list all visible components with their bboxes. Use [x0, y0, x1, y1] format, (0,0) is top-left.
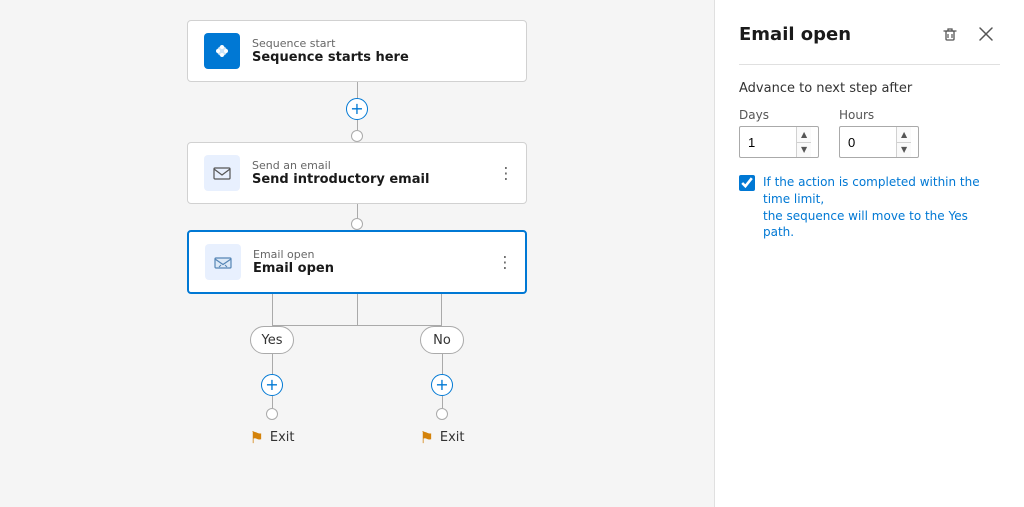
add-step-btn-1[interactable]: + — [346, 98, 368, 120]
sequence-start-subtitle: Sequence start — [252, 37, 409, 50]
connector-line-2 — [357, 204, 358, 218]
advance-label: Advance to next step after — [739, 81, 1000, 96]
branch-right-vertical — [441, 294, 442, 326]
checkbox-label-text: If the action is completed within the ti… — [763, 174, 1000, 241]
connector-circle-1 — [351, 130, 363, 142]
branches-row: Yes + ⚑ Exit No — [187, 326, 527, 447]
send-email-icon — [204, 155, 240, 191]
yes-exit: ⚑ Exit — [250, 428, 295, 447]
checkbox-text-line1: If the action is completed within the ti… — [763, 175, 980, 206]
add-step-no-btn[interactable]: + — [431, 374, 453, 396]
no-exit: ⚑ Exit — [420, 428, 465, 447]
email-open-menu-btn[interactable]: ⋮ — [497, 253, 513, 272]
yes-after-plus-line — [272, 396, 273, 408]
days-input[interactable] — [740, 131, 796, 154]
no-exit-flag: ⚑ — [420, 428, 434, 447]
panel-title: Email open — [739, 24, 851, 45]
panel-header-actions — [936, 20, 1000, 48]
no-branch: No + ⚑ Exit — [357, 326, 527, 447]
hours-input-group: Hours ▲ ▼ — [839, 108, 919, 158]
branch-vertical-center — [357, 294, 358, 326]
connector-circle-2 — [351, 218, 363, 230]
send-email-node[interactable]: Send an email Send introductory email ⋮ — [187, 142, 527, 204]
panel-divider — [739, 64, 1000, 65]
email-open-title: Email open — [253, 261, 334, 276]
panel-body: Advance to next step after Days ▲ ▼ Hour… — [739, 81, 1000, 241]
no-branch-line — [442, 354, 443, 374]
email-open-icon — [205, 244, 241, 280]
days-input-group: Days ▲ ▼ — [739, 108, 819, 158]
days-decrement-btn[interactable]: ▼ — [797, 143, 811, 158]
days-spinners: ▲ ▼ — [796, 127, 811, 157]
flow-canvas: Sequence start Sequence starts here + Se… — [0, 0, 714, 507]
yes-branch-line — [272, 354, 273, 374]
hours-increment-btn[interactable]: ▲ — [897, 127, 911, 142]
hours-input[interactable] — [840, 131, 896, 154]
send-email-title: Send introductory email — [252, 172, 429, 187]
send-email-subtitle: Send an email — [252, 159, 429, 172]
panel-header: Email open — [739, 20, 1000, 48]
sequence-start-title: Sequence starts here — [252, 50, 409, 65]
delete-button[interactable] — [936, 20, 964, 48]
right-panel: Email open Advance to next step after — [714, 0, 1024, 507]
checkbox-sequence-link[interactable]: sequence — [787, 209, 845, 223]
connector-2 — [351, 204, 363, 230]
checkbox-row: If the action is completed within the ti… — [739, 174, 1000, 241]
hours-decrement-btn[interactable]: ▼ — [897, 143, 911, 158]
send-email-text: Send an email Send introductory email — [252, 159, 429, 187]
connector-1: + — [346, 82, 368, 142]
add-step-yes-btn[interactable]: + — [261, 374, 283, 396]
hours-input-wrapper: ▲ ▼ — [839, 126, 919, 158]
time-inputs: Days ▲ ▼ Hours ▲ — [739, 108, 1000, 158]
connector-line-1b — [357, 120, 358, 130]
yes-exit-label: Exit — [270, 430, 295, 445]
branch-left-vertical — [272, 294, 273, 326]
branch-horizontal — [272, 325, 442, 326]
days-label: Days — [739, 108, 819, 122]
sequence-start-text: Sequence start Sequence starts here — [252, 37, 409, 65]
hours-label: Hours — [839, 108, 919, 122]
no-branch-label[interactable]: No — [420, 326, 464, 354]
no-exit-label: Exit — [440, 430, 465, 445]
trash-icon — [941, 25, 959, 43]
sequence-start-icon — [204, 33, 240, 69]
branch-split — [187, 294, 527, 326]
branch-container: Yes + ⚑ Exit No — [187, 294, 527, 447]
sequence-start-node[interactable]: Sequence start Sequence starts here — [187, 20, 527, 82]
email-open-subtitle: Email open — [253, 248, 334, 261]
close-button[interactable] — [972, 20, 1000, 48]
days-increment-btn[interactable]: ▲ — [797, 127, 811, 142]
checkbox-text-line2: the sequence will move to the Yes path. — [763, 209, 968, 240]
yes-branch: Yes + ⚑ Exit — [187, 326, 357, 447]
yes-exit-flag: ⚑ — [250, 428, 264, 447]
days-input-wrapper: ▲ ▼ — [739, 126, 819, 158]
yes-branch-label[interactable]: Yes — [250, 326, 294, 354]
yes-path-checkbox[interactable] — [739, 175, 755, 191]
email-open-text: Email open Email open — [253, 248, 334, 276]
yes-connector-circle — [266, 408, 278, 420]
no-after-plus-line — [442, 396, 443, 408]
hours-spinners: ▲ ▼ — [896, 127, 911, 157]
close-icon — [978, 26, 994, 42]
send-email-menu-btn[interactable]: ⋮ — [498, 164, 514, 183]
connector-line-1 — [357, 82, 358, 98]
flow-nodes-container: Sequence start Sequence starts here + Se… — [187, 20, 527, 447]
email-open-node[interactable]: Email open Email open ⋮ — [187, 230, 527, 294]
no-connector-circle — [436, 408, 448, 420]
